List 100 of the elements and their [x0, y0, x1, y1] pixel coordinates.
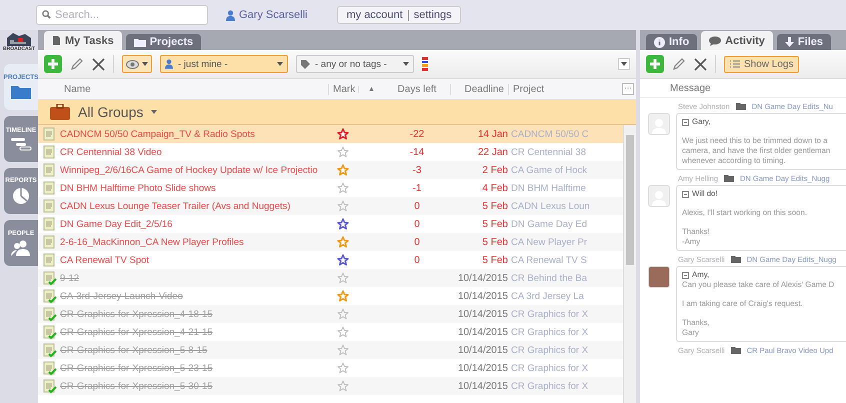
- collapse-icon[interactable]: [682, 190, 689, 198]
- task-row[interactable]: CR-Graphics-for-Xpression_5-8-15 10/14/2015 CR Graphics for X: [38, 341, 623, 359]
- group-label[interactable]: All Groups: [78, 104, 144, 120]
- project-name: CR Centennial 38: [510, 146, 587, 158]
- task-name: 9-12: [60, 272, 80, 284]
- days-left: -1: [412, 182, 422, 194]
- caret-icon: [151, 110, 158, 114]
- task-name: CA-3rd-Jersey-Launch-Video: [60, 290, 184, 302]
- empty-star-icon[interactable]: [337, 326, 349, 338]
- document-icon: [43, 234, 57, 250]
- panel-tab[interactable]: Activity: [701, 31, 773, 50]
- panel-tab[interactable]: Projects: [126, 34, 202, 50]
- empty-star-icon[interactable]: [337, 200, 349, 212]
- column-header[interactable]: Deadline: [450, 84, 508, 94]
- document-check-icon: [43, 342, 57, 358]
- show-logs-button[interactable]: Show Logs: [724, 56, 800, 72]
- empty-star-icon[interactable]: [337, 380, 349, 392]
- add-button[interactable]: [44, 55, 62, 73]
- task-row[interactable]: Winnipeg_2/6/16CA Game of Hockey Update w/ Ice Projectio -3 2 Feb CA Game of Hock: [38, 161, 623, 179]
- column-header[interactable]: Name: [60, 84, 328, 94]
- plus-icon: [649, 58, 661, 70]
- task-row[interactable]: 9-12 10/14/2015 CR Behind the Ba: [38, 269, 623, 287]
- task-row[interactable]: 2-6-16_MacKinnon_CA New Player Profiles 0 5 Feb CA New Player Pr: [38, 233, 623, 251]
- document-check-icon: [43, 270, 57, 286]
- user-icon: [165, 59, 173, 69]
- task-name: CR-Graphics-for-Xpression_4-18-15: [60, 308, 214, 320]
- document-icon: [43, 180, 57, 196]
- user-name[interactable]: Gary Scarselli: [239, 9, 308, 21]
- deadline: 10/14/2015: [456, 308, 508, 320]
- star-icon[interactable]: [337, 254, 349, 266]
- task-row[interactable]: CR-Graphics-for-Xpression_5-30-15 10/14/2015 CR Graphics for X: [38, 377, 623, 395]
- info-icon: [654, 36, 665, 48]
- folder-icon: [736, 103, 746, 110]
- collapse-icon[interactable]: [682, 118, 689, 126]
- deadline: 10/14/2015: [456, 380, 508, 392]
- toolbar-menu-button[interactable]: [618, 58, 630, 70]
- deadline: 5 Feb: [481, 254, 508, 266]
- task-name: CR-Graphics-for-Xpression_4-21-15: [60, 326, 214, 338]
- task-name: CADNCM 50/50 Campaign_TV & Radio Spots: [60, 128, 256, 140]
- scrollbar[interactable]: [623, 125, 636, 403]
- days-left: 0: [413, 254, 421, 266]
- empty-star-icon[interactable]: [337, 362, 349, 374]
- empty-star-icon[interactable]: [337, 272, 349, 284]
- page-icon: [52, 35, 61, 46]
- folder-icon: [134, 38, 146, 46]
- star-icon[interactable]: [337, 164, 349, 176]
- column-header[interactable]: Days left: [384, 84, 450, 94]
- task-name: CADN Lexus Lounge Teaser Trailer (Avs and Nuggets): [60, 200, 292, 212]
- empty-star-icon[interactable]: [337, 308, 349, 320]
- pencil-icon[interactable]: [672, 57, 686, 71]
- task-name: DN Game Day Edit_2/5/16: [60, 218, 174, 230]
- people-icon: [11, 240, 31, 256]
- document-icon: [43, 216, 57, 232]
- project-name: CA 3rd Jersey La: [510, 290, 585, 302]
- view-filter-button[interactable]: [122, 55, 152, 73]
- task-row[interactable]: CR-Graphics-for-Xpression_4-18-15 10/14/2015 CR Graphics for X: [38, 305, 623, 323]
- close-icon[interactable]: [92, 58, 105, 70]
- tag-icon: [301, 60, 310, 68]
- deadline: 22 Jan: [476, 146, 508, 158]
- empty-star-icon[interactable]: [337, 146, 349, 158]
- account-link[interactable]: settings: [414, 9, 452, 21]
- star-icon[interactable]: [337, 290, 349, 302]
- task-row[interactable]: CADNCM 50/50 Campaign_TV & Radio Spots -22 14 Jan CADNCM 50/50 C: [38, 125, 623, 143]
- task-row[interactable]: CADN Lexus Lounge Teaser Trailer (Avs and Nuggets) 0 5 Feb CADN Lexus Loun: [38, 197, 623, 215]
- panel-tab[interactable]: Files: [776, 34, 831, 50]
- star-icon[interactable]: [337, 236, 349, 248]
- search-field[interactable]: Search...: [36, 5, 208, 25]
- deadline: 14 Jan: [476, 128, 508, 140]
- column-header: Message: [670, 82, 711, 94]
- column-header[interactable]: Mark: [328, 84, 358, 94]
- search-icon: [42, 10, 51, 19]
- project-name: CA Renewal TV S: [510, 254, 588, 266]
- star-icon[interactable]: [337, 128, 349, 140]
- panel-tab[interactable]: My Tasks: [44, 31, 122, 50]
- days-left: -22: [408, 128, 426, 140]
- close-icon[interactable]: [694, 58, 707, 70]
- days-left: -14: [408, 146, 426, 158]
- document-check-icon: [43, 306, 57, 322]
- tag-filter-select[interactable]: - any or no tags -: [296, 55, 414, 73]
- collapse-icon[interactable]: [682, 272, 689, 278]
- avatar-silhouette: [648, 185, 670, 207]
- empty-star-icon[interactable]: [337, 182, 349, 194]
- empty-star-icon[interactable]: [337, 344, 349, 356]
- star-icon[interactable]: [337, 218, 349, 230]
- account-link[interactable]: my account: [346, 9, 403, 21]
- folder-icon: [730, 347, 741, 354]
- document-check-icon: [43, 378, 57, 394]
- document-check-icon: [43, 360, 57, 376]
- project-name: DN Game Day Ed: [510, 218, 588, 230]
- deadline: 5 Feb: [481, 218, 508, 230]
- panel-tab[interactable]: Info: [646, 34, 698, 50]
- building-logo-icon: [6, 32, 32, 46]
- add-button[interactable]: [646, 55, 664, 73]
- briefcase-icon: [50, 104, 70, 120]
- task-name: Winnipeg_2/6/16CA Game of Hockey Update w/ Ice Projectio: [60, 164, 319, 176]
- owner-filter-select[interactable]: - just mine -: [160, 55, 288, 73]
- pencil-icon[interactable]: [70, 57, 84, 71]
- folder-icon: [10, 84, 32, 100]
- color-bars-icon[interactable]: [422, 57, 428, 71]
- plus-icon: [47, 58, 59, 70]
